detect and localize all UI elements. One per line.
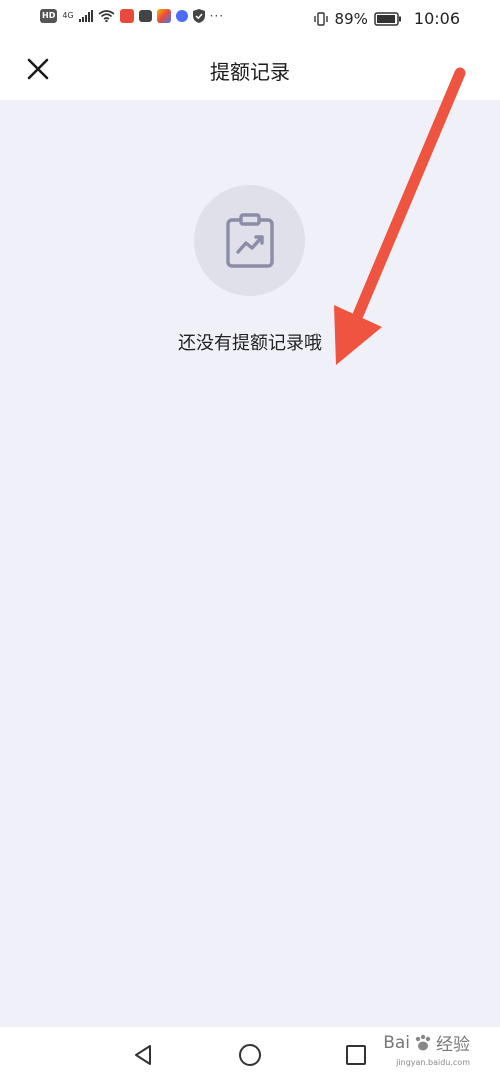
watermark-brand: Bai	[383, 1032, 410, 1053]
clock-time: 10:06	[413, 9, 460, 28]
more-notifications: ···	[209, 9, 225, 23]
network-label: 4G	[62, 11, 74, 20]
empty-state-icon-circle	[194, 185, 305, 296]
paw-logo-icon	[415, 1034, 431, 1050]
circle-home-icon[interactable]	[236, 1041, 264, 1069]
signal-icon	[78, 10, 93, 22]
battery-icon	[374, 11, 401, 26]
music-icon	[175, 10, 188, 22]
triangle-back-icon[interactable]	[130, 1041, 158, 1069]
watermark-domain: jingyan.baidu.com	[396, 1058, 470, 1067]
shield-icon	[192, 9, 205, 23]
watermark: Bai 经验	[383, 1030, 470, 1056]
square-recent-icon[interactable]	[342, 1041, 370, 1069]
watermark-brand-cn: 经验	[436, 1035, 470, 1055]
app-colorful-icon	[156, 9, 171, 23]
battery-percent: 89%	[334, 9, 368, 28]
annotation-arrow-icon	[334, 67, 466, 365]
wifi-icon	[98, 10, 115, 22]
status-right: 89% 10:06	[313, 9, 460, 28]
hd-badge: HD	[40, 9, 58, 23]
calendar-icon	[138, 10, 152, 22]
app-notification-icon	[119, 9, 134, 23]
vibrate-icon	[313, 11, 328, 26]
status-left: HD 4G ···	[40, 9, 224, 23]
status-bar: HD 4G ··· 89% 10:06	[0, 0, 500, 38]
clipboard-chart-icon	[225, 212, 274, 268]
